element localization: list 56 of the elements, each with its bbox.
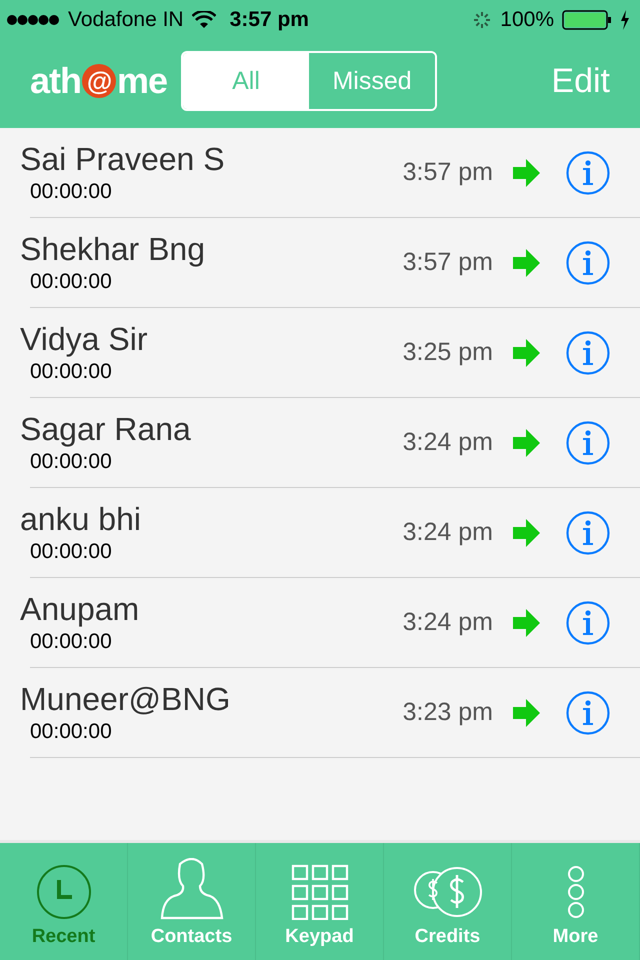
contact-name: Vidya Sir: [20, 321, 148, 358]
contact-name: Sagar Rana: [20, 411, 192, 448]
filter-tab[interactable]: All: [183, 53, 310, 109]
call-duration: 00:00:00: [30, 450, 113, 474]
charging-bolt-icon: [620, 10, 630, 30]
outgoing-arrow-icon: [513, 698, 540, 726]
outgoing-arrow-icon: [513, 338, 540, 366]
info-icon[interactable]: [566, 690, 610, 734]
person-icon: [160, 858, 224, 920]
clock-icon: [36, 864, 92, 920]
call-time: 3:24 pm: [402, 518, 493, 547]
info-icon[interactable]: [566, 420, 610, 464]
contact-name: Muneer@BNG: [20, 681, 232, 718]
outgoing-arrow-icon: [513, 608, 540, 636]
call-time: 3:24 pm: [402, 428, 493, 457]
outgoing-arrow-icon: [513, 248, 540, 276]
status-time: 3:57 pm: [230, 8, 309, 32]
call-time: 3:57 pm: [402, 248, 493, 277]
contact-name: Anupam: [20, 591, 140, 628]
call-duration: 00:00:00: [30, 270, 113, 294]
battery-icon: [562, 10, 612, 30]
info-icon[interactable]: [566, 330, 610, 374]
battery-percentage: 100%: [500, 8, 554, 32]
coins-icon: [412, 864, 482, 920]
wifi-icon: [192, 11, 216, 29]
edit-button[interactable]: Edit: [551, 62, 610, 100]
tab-bar-item[interactable]: Keypad: [256, 843, 384, 960]
tab-bar-item[interactable]: Credits: [384, 843, 512, 960]
more-icon: [566, 864, 586, 920]
call-duration: 00:00:00: [30, 630, 113, 654]
call-time: 3:25 pm: [402, 338, 493, 367]
outgoing-arrow-icon: [513, 428, 540, 456]
tab-bar-item[interactable]: Contacts: [128, 843, 256, 960]
call-time: 3:57 pm: [402, 158, 493, 187]
call-duration: 00:00:00: [30, 540, 113, 564]
tab-bar-item[interactable]: Recent: [0, 843, 128, 960]
outgoing-arrow-icon: [513, 518, 540, 546]
contact-name: Shekhar Bng: [20, 231, 206, 268]
activity-spinner-icon: [472, 10, 492, 30]
call-time: 3:23 pm: [402, 698, 493, 727]
keypad-icon: [290, 864, 348, 920]
tab-bar-item[interactable]: More: [512, 843, 640, 960]
call-duration: 00:00:00: [30, 360, 113, 384]
info-icon[interactable]: [566, 510, 610, 554]
info-icon[interactable]: [566, 600, 610, 644]
info-icon[interactable]: [566, 150, 610, 194]
info-icon[interactable]: [566, 240, 610, 284]
call-time: 3:24 pm: [402, 608, 493, 637]
contact-name: anku bhi: [20, 501, 142, 538]
outgoing-arrow-icon: [513, 158, 540, 186]
contact-name: Sai Praveen S: [20, 141, 226, 178]
carrier-name: Vodafone IN: [68, 8, 184, 32]
call-duration: 00:00:00: [30, 720, 113, 744]
signal-icon: [6, 14, 60, 26]
call-duration: 00:00:00: [30, 180, 113, 204]
app-logo: ath @ me: [30, 60, 168, 102]
